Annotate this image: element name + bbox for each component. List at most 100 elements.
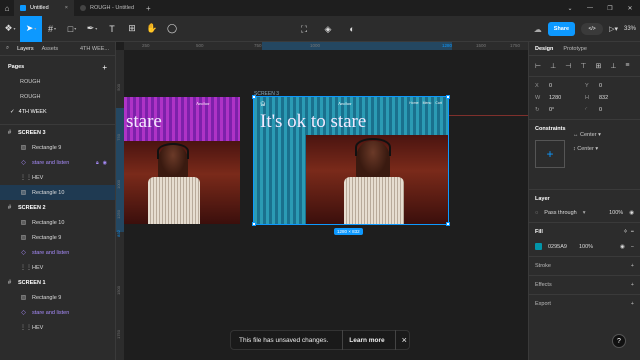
align-bottom-icon[interactable]: ⊥ — [610, 62, 616, 70]
resize-handle[interactable] — [446, 222, 450, 226]
share-button[interactable]: Share — [547, 22, 576, 36]
pen-tool-icon[interactable]: ✒ ▾ — [82, 16, 102, 42]
frame-tool-icon[interactable]: # ▾ — [42, 16, 62, 42]
tab-rough-untitled[interactable]: ROUGH - Untitled — [74, 0, 140, 16]
remove-fill-icon[interactable]: − — [631, 229, 634, 235]
height-field[interactable]: 832 — [599, 95, 608, 101]
align-left-icon[interactable]: ⊢ — [535, 62, 541, 70]
layer-row[interactable]: # SCREEN 3 — [0, 125, 115, 140]
layer-row[interactable]: ▨ Rectangle 10 — [0, 215, 115, 230]
ruler-tick: 750 — [116, 134, 121, 141]
constraint-vertical-select[interactable]: ↕ Center ▾ — [573, 146, 601, 152]
resize-handle[interactable] — [252, 95, 256, 99]
add-stroke-icon[interactable]: + — [631, 263, 634, 269]
crop-icon[interactable]: ⛶ — [294, 16, 314, 42]
x-field[interactable]: 0 — [549, 83, 552, 89]
close-icon[interactable]: × — [394, 330, 407, 350]
comment-icon[interactable]: ◯ — [162, 16, 182, 42]
constraint-horizontal-select[interactable]: ↔ Center ▾ — [573, 132, 601, 138]
shape-tool-icon[interactable]: □ ▾ — [62, 16, 82, 42]
text-tool-icon[interactable]: T — [102, 16, 122, 42]
maximize-icon[interactable]: ❐ — [600, 5, 620, 12]
page-item[interactable]: ROUGH — [0, 89, 115, 104]
fill-opacity[interactable]: 100% — [579, 244, 593, 250]
radius-icon: ◜ — [585, 107, 588, 113]
layer-row[interactable]: ▨ Rectangle 9 — [0, 290, 115, 305]
constraint-widget[interactable]: + — [535, 140, 565, 168]
page-item-current[interactable]: ✓ 4TH WEEK — [0, 104, 115, 119]
learn-more-button[interactable]: Learn more — [342, 330, 385, 350]
layer-row[interactable]: ◇ stare and listen 🔒︎ ◉ — [0, 155, 115, 170]
remove-icon[interactable]: − — [631, 244, 634, 250]
grid-icon[interactable]: ⁘ — [623, 229, 628, 235]
dev-mode-toggle-icon[interactable]: </> — [581, 23, 604, 35]
y-field[interactable]: 0 — [599, 83, 602, 89]
width-field[interactable]: 1280 — [549, 95, 561, 101]
tab-untitled[interactable]: Untitled × — [14, 0, 74, 16]
tab-assets[interactable]: Assets — [42, 46, 59, 52]
hand-tool-icon[interactable]: ✋ — [142, 16, 162, 42]
resources-icon[interactable]: ⊞ — [122, 16, 142, 42]
tab-design[interactable]: Design — [535, 46, 553, 52]
chevron-down-icon[interactable]: ⌄ — [560, 5, 580, 12]
distribute-icon[interactable]: ≡ — [625, 62, 629, 70]
zoom-level[interactable]: 33% — [624, 26, 636, 32]
tab-layers[interactable]: Layers — [17, 46, 34, 52]
page-selector[interactable]: 4TH WEE... — [80, 46, 109, 52]
rotation-field[interactable]: 0° — [549, 107, 554, 113]
align-top-icon[interactable]: ⊤ — [580, 62, 586, 70]
move-tool-icon[interactable]: ➤ ▾ — [20, 15, 42, 42]
minimize-icon[interactable]: — — [580, 5, 600, 11]
layer-row[interactable]: ⋮⋮ HEV — [0, 170, 115, 185]
main-menu-icon[interactable]: ❖ ▾ — [0, 16, 20, 42]
align-center-v-icon[interactable]: ⊞ — [595, 62, 601, 70]
nav-item: Menu — [422, 101, 432, 105]
resize-handle[interactable] — [252, 222, 256, 226]
resize-handle[interactable] — [446, 95, 450, 99]
align-right-icon[interactable]: ⊣ — [565, 62, 571, 70]
eye-icon[interactable]: ◉ — [620, 244, 625, 250]
canvas[interactable]: 250 500 750 1000 1280 1500 1750 500 750 … — [116, 42, 528, 360]
eye-icon[interactable]: ◉ — [629, 210, 634, 216]
fill-hex[interactable]: 0295A9 — [548, 244, 567, 250]
layer-row-selected[interactable]: ▨ Rectangle 10 — [0, 185, 115, 200]
file-icon — [80, 5, 86, 11]
close-window-icon[interactable]: ✕ — [620, 5, 640, 12]
component-icon[interactable]: ◈ — [318, 16, 338, 42]
fill-section: Fill ⁘ − 0295A9 100% ◉ − — [529, 223, 640, 257]
hero-headline: It's ok to stare — [260, 111, 367, 132]
align-center-h-icon[interactable]: ⊥ — [550, 62, 556, 70]
lock-icon[interactable]: 🔒︎ — [96, 160, 99, 166]
layer-row[interactable]: ▨ Rectangle 9 — [0, 140, 115, 155]
layer-row[interactable]: # SCREEN 1 — [0, 275, 115, 290]
fill-swatch[interactable] — [535, 243, 542, 250]
help-icon[interactable]: ? — [612, 334, 626, 348]
layer-row[interactable]: # SCREEN 2 — [0, 200, 115, 215]
ruler-tick: 1000 — [116, 180, 121, 189]
frame-screen-3[interactable]: 🎧︎ Anchor Home Menu Cart It's ok to star… — [253, 96, 449, 225]
layer-opacity[interactable]: 100% — [609, 210, 623, 216]
present-icon[interactable]: ▷▾ — [609, 25, 618, 33]
add-page-icon[interactable]: + — [102, 63, 107, 72]
layer-row[interactable]: ◇ stare and listen — [0, 245, 115, 260]
tab-prototype[interactable]: Prototype — [563, 46, 587, 52]
home-icon[interactable]: ⌂ — [0, 0, 14, 16]
cloud-icon[interactable]: ☁ — [534, 25, 542, 34]
layer-row[interactable]: ⋮⋮ HEV — [0, 320, 115, 335]
blend-mode-select[interactable]: Pass through — [544, 210, 576, 216]
add-export-icon[interactable]: + — [631, 301, 634, 307]
ruler-tick: 500 — [196, 43, 204, 48]
new-tab-icon[interactable]: + — [140, 4, 157, 13]
frame-screen-2[interactable]: Anchor stare — [124, 97, 240, 224]
transform-props: X 0 Y 0 W 1280 H 832 ↻ 0° ◜ 0 — [529, 77, 640, 120]
layer-row[interactable]: ◇ stare and listen — [0, 305, 115, 320]
close-icon[interactable]: × — [65, 5, 68, 11]
add-effect-icon[interactable]: + — [631, 282, 634, 288]
eye-icon[interactable]: ◉ — [103, 160, 107, 166]
contrast-icon[interactable]: ◐ — [342, 16, 362, 42]
radius-field[interactable]: 0 — [599, 107, 602, 113]
layer-row[interactable]: ▨ Rectangle 9 — [0, 230, 115, 245]
layer-row[interactable]: ⋮⋮ HEV — [0, 260, 115, 275]
search-icon[interactable]: ⌕ — [6, 45, 9, 52]
page-item[interactable]: ROUGH — [0, 74, 115, 89]
